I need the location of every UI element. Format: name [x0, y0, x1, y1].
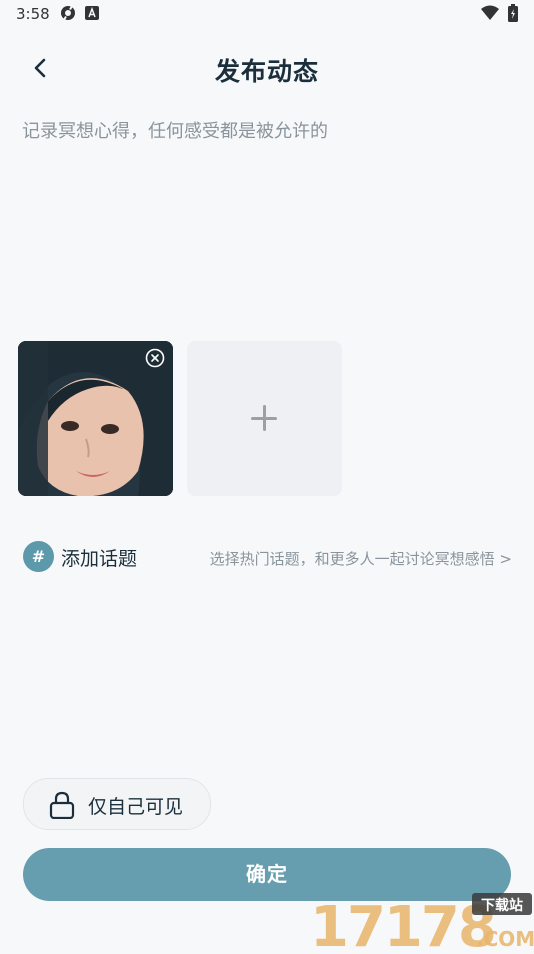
- add-topic-row[interactable]: # 添加话题 选择热门话题，和更多人一起讨论冥想感悟 >: [22, 540, 514, 574]
- add-photo-button[interactable]: [187, 341, 342, 496]
- remove-photo-button[interactable]: [145, 348, 165, 368]
- hashtag-icon: #: [23, 541, 54, 572]
- add-topic-label: 添加话题: [61, 548, 138, 570]
- a-app-icon: [85, 5, 99, 24]
- visibility-label: 仅自己可见: [88, 796, 184, 818]
- status-bar: 3:58: [0, 0, 534, 28]
- post-content-input[interactable]: [22, 118, 512, 318]
- svg-text:.COM: .COM: [476, 927, 534, 950]
- svg-text:下载站: 下载站: [481, 897, 523, 914]
- close-circle-icon: [145, 348, 165, 372]
- wifi-icon: [480, 5, 499, 25]
- status-right: [480, 4, 518, 26]
- add-topic-hint: 选择热门话题，和更多人一起讨论冥想感悟 >: [209, 550, 512, 568]
- page-title: 发布动态: [214, 57, 319, 86]
- svg-text:17178: 17178: [310, 895, 495, 950]
- battery-icon: [508, 4, 518, 26]
- lock-icon: [48, 791, 76, 820]
- settings-app-icon: [60, 5, 76, 25]
- watermark-logo: 17178 .COM 下载站: [300, 888, 534, 954]
- visibility-toggle[interactable]: 仅自己可见: [23, 778, 211, 830]
- header: 发布动态: [0, 44, 534, 92]
- status-time: 3:58: [16, 5, 50, 23]
